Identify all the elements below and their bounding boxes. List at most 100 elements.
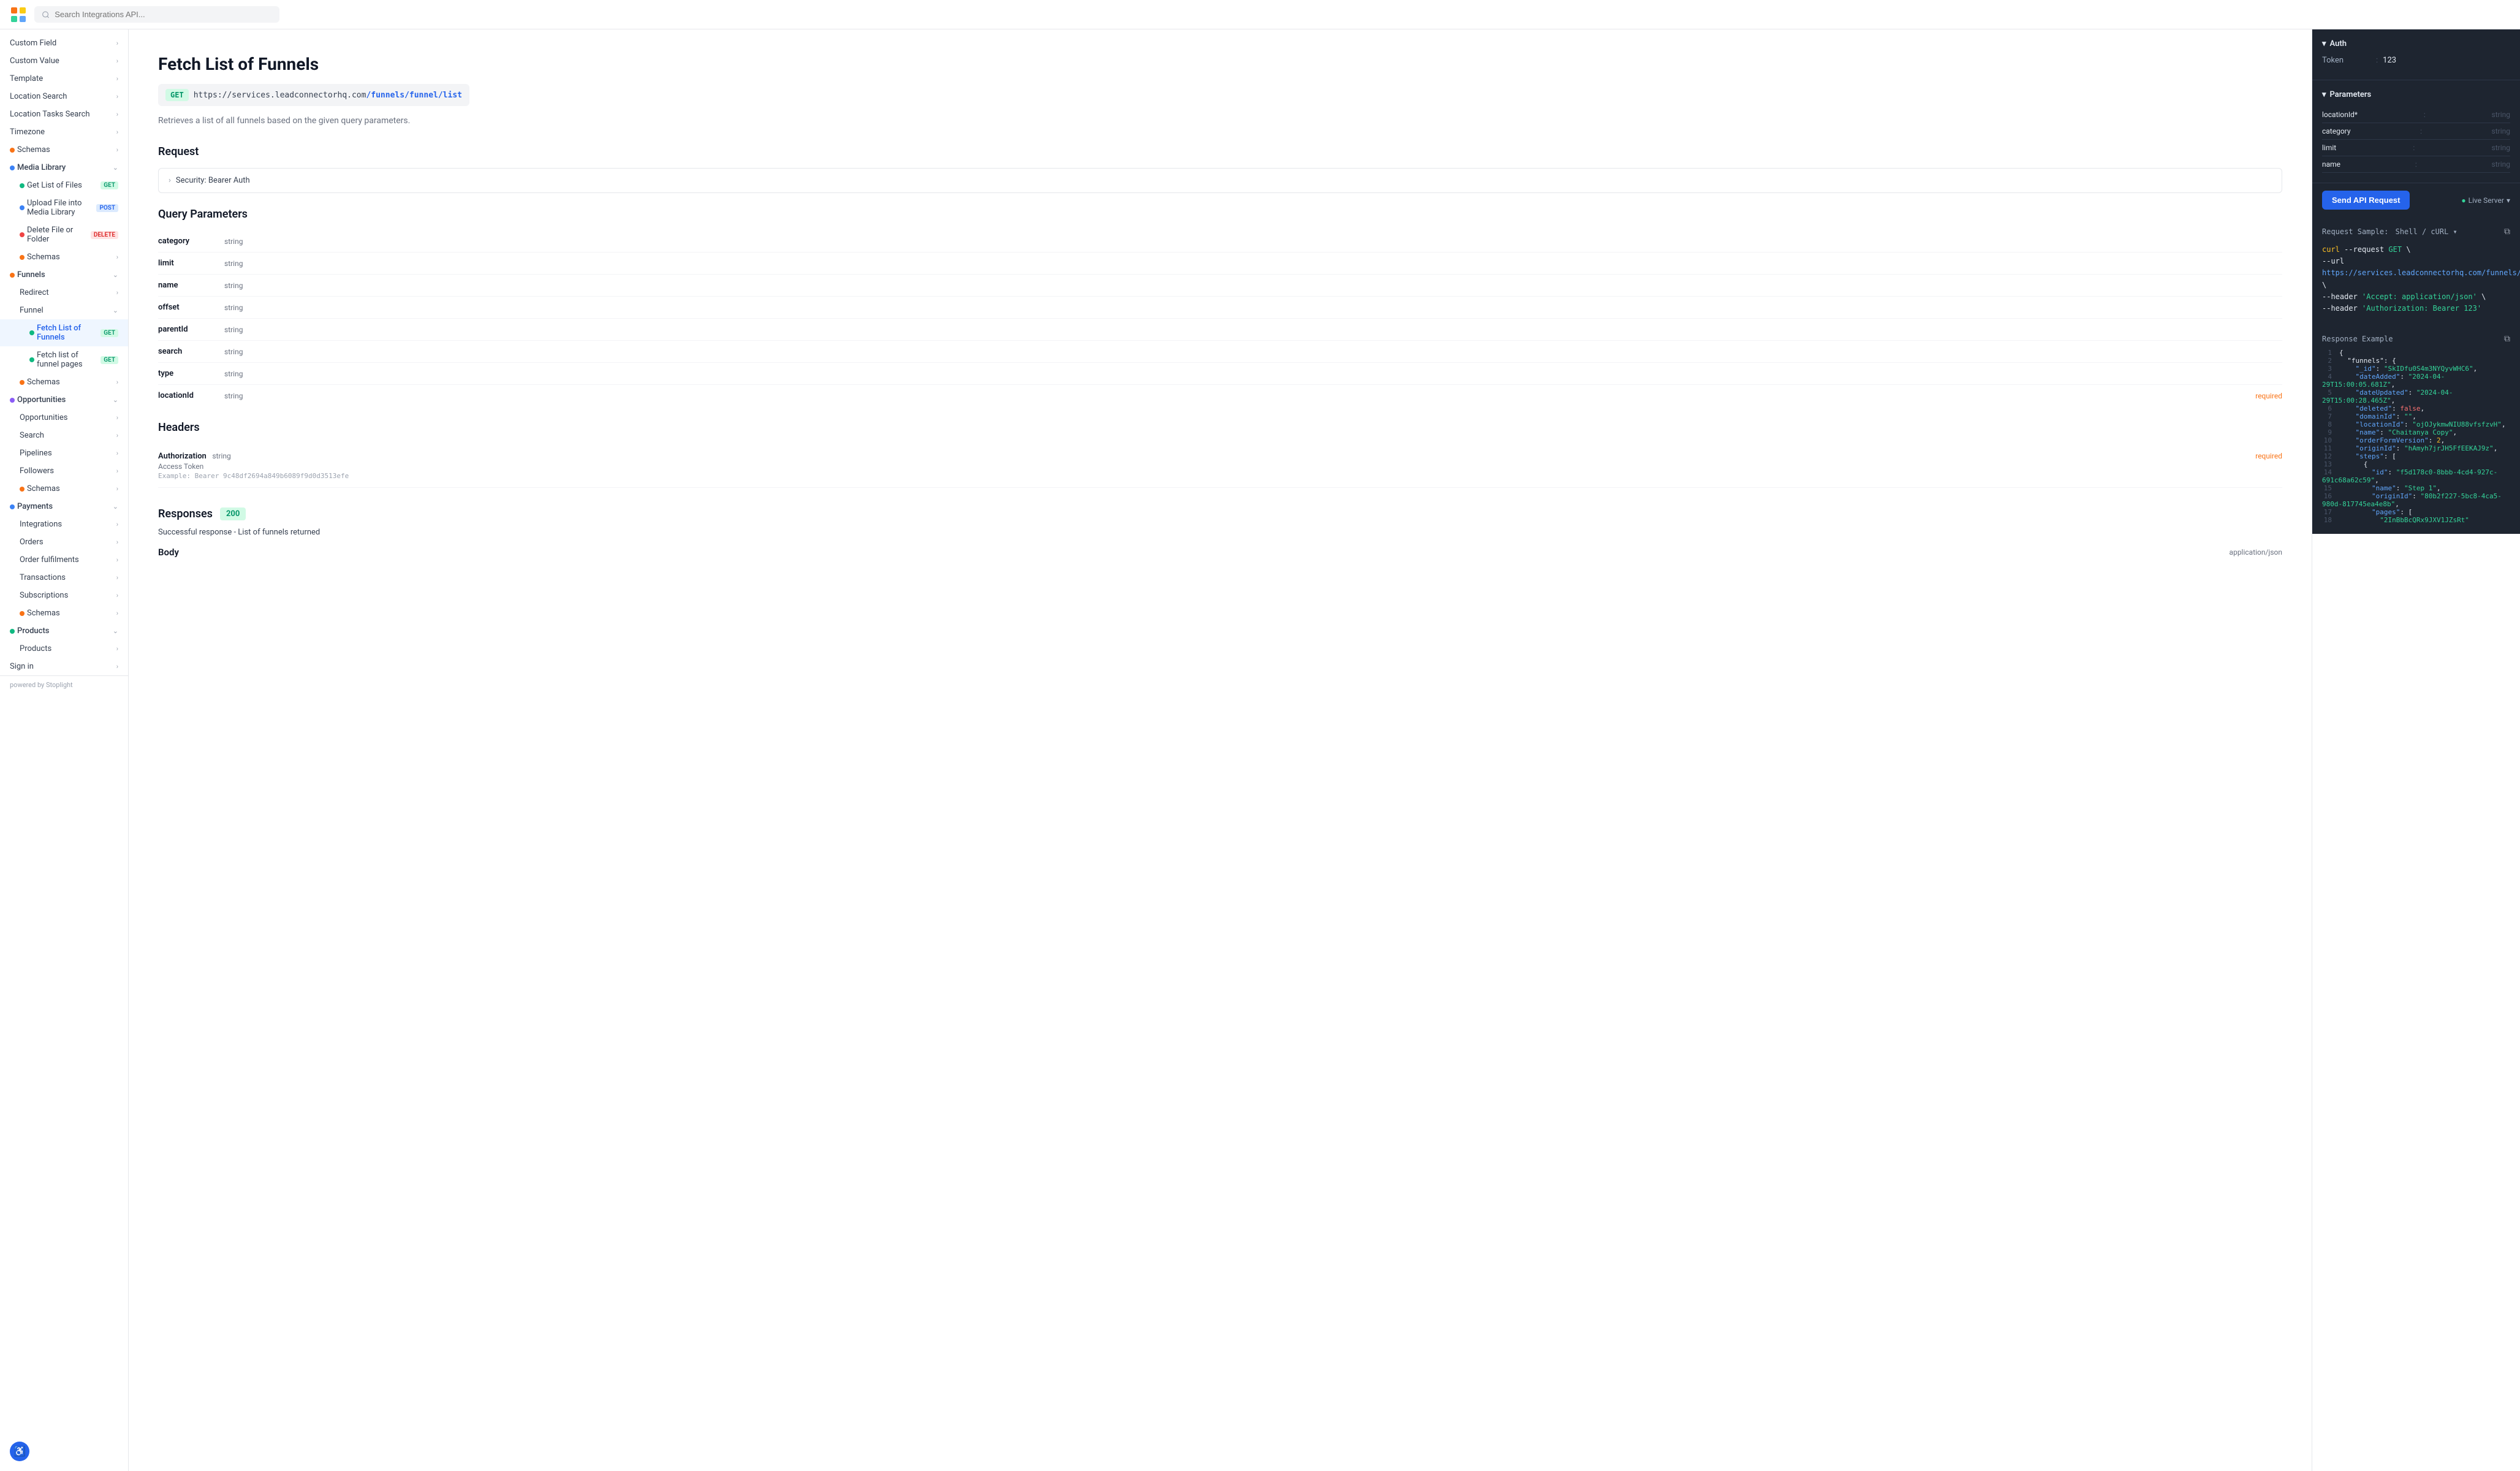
- topbar: [0, 0, 2520, 29]
- sidebar-item-fetch-list-funnels[interactable]: Fetch List of Funnels GET: [0, 319, 128, 346]
- sidebar-item-schemas-5[interactable]: Schemas ›: [0, 604, 128, 622]
- active-icon: [29, 330, 34, 335]
- param-row-name: name string: [158, 275, 2282, 297]
- body-header: Body application/json: [158, 547, 2282, 558]
- chevron-right-icon: ›: [116, 39, 118, 47]
- sidebar-item-delete-file[interactable]: Delete File or Folder DELETE: [0, 221, 128, 248]
- sidebar-item-timezone[interactable]: Timezone ›: [0, 123, 128, 141]
- query-params-title: Query Parameters: [158, 208, 2282, 221]
- request-sample-header: Request Sample: Shell / cURL ▾ ⧉: [2322, 227, 2510, 237]
- search-bar[interactable]: [34, 6, 279, 23]
- server-selector[interactable]: ● Live Server ▾: [2461, 196, 2510, 205]
- param-row-type: type string: [158, 363, 2282, 385]
- sidebar-item-custom-field[interactable]: Custom Field ›: [0, 34, 128, 52]
- code-line-3: --header 'Accept: application/json' \: [2322, 291, 2510, 303]
- sidebar-item-transactions[interactable]: Transactions ›: [0, 569, 128, 587]
- media-icon: [10, 165, 15, 170]
- chevron-down-icon: ▾: [2507, 196, 2510, 205]
- schemas-icon-4: [20, 487, 25, 492]
- copy-icon-2[interactable]: ⧉: [2504, 334, 2510, 344]
- sidebar-item-fetch-funnel-pages[interactable]: Fetch list of funnel pages GET: [0, 346, 128, 373]
- sidebar-item-redirect[interactable]: Redirect ›: [0, 284, 128, 302]
- sidebar-item-funnels[interactable]: Funnels ⌄: [0, 266, 128, 284]
- security-box[interactable]: › Security: Bearer Auth: [158, 168, 2282, 193]
- body-type: application/json: [2230, 548, 2282, 557]
- header-desc: Access Token: [158, 462, 2282, 471]
- sidebar-item-pipelines[interactable]: Pipelines ›: [0, 444, 128, 462]
- sidebar-item-products-sub[interactable]: Products ›: [0, 640, 128, 658]
- schemas-icon-3: [20, 380, 25, 385]
- chevron-right-icon: ›: [116, 449, 118, 457]
- sidebar-item-location-tasks-search[interactable]: Location Tasks Search ›: [0, 105, 128, 123]
- sidebar-item-template[interactable]: Template ›: [0, 70, 128, 88]
- chevron-right-icon: ›: [116, 538, 118, 546]
- chevron-right-icon: ›: [116, 289, 118, 297]
- chevron-right-icon: ›: [116, 663, 118, 671]
- sidebar-item-schemas-3[interactable]: Schemas ›: [0, 373, 128, 391]
- sidebar-item-integrations[interactable]: Integrations ›: [0, 515, 128, 533]
- chevron-right-icon: ›: [116, 556, 118, 564]
- send-api-request-button[interactable]: Send API Request: [2322, 191, 2410, 210]
- code-line-1: curl --request GET \: [2322, 244, 2510, 256]
- security-label: Security: Bearer Auth: [176, 176, 250, 185]
- request-sample-label: Request Sample: Shell / cURL ▾: [2322, 227, 2457, 236]
- sidebar-item-schemas-2[interactable]: Schemas ›: [0, 248, 128, 266]
- chevron-down-icon: ▾: [2322, 39, 2326, 48]
- body-label: Body: [158, 547, 179, 558]
- chevron-right-icon: ›: [169, 176, 171, 185]
- sidebar-item-opportunities[interactable]: Opportunities ⌄: [0, 391, 128, 409]
- chevron-right-icon: ›: [116, 146, 118, 154]
- sidebar-item-media-library[interactable]: Media Library ⌄: [0, 159, 128, 177]
- responses-title: Responses: [158, 507, 213, 520]
- method-badge: GET: [165, 89, 189, 101]
- headers-title: Headers: [158, 421, 2282, 434]
- sidebar-item-order-fulfillments[interactable]: Order fulfilments ›: [0, 551, 128, 569]
- sidebar-item-location-search[interactable]: Location Search ›: [0, 88, 128, 105]
- copy-icon[interactable]: ⧉: [2504, 227, 2510, 237]
- search-input[interactable]: [55, 10, 272, 19]
- search-icon: [42, 10, 50, 19]
- param-row-search: search string: [158, 341, 2282, 363]
- badge-get: GET: [101, 181, 118, 189]
- sidebar-item-followers[interactable]: Followers ›: [0, 462, 128, 480]
- badge-post: POST: [96, 204, 118, 212]
- badge-get-2: GET: [101, 329, 118, 337]
- powered-by: powered by Stoplight: [0, 675, 128, 694]
- response-example-header: Response Example ⧉: [2322, 334, 2510, 344]
- sidebar-item-search[interactable]: Search ›: [0, 427, 128, 444]
- chevron-down-icon: ▾: [2322, 90, 2326, 99]
- auth-section: ▾ Auth Token : 123: [2312, 29, 2520, 80]
- response-example-section: Response Example ⧉ 1{ 2 "funnels": { 3 "…: [2312, 324, 2520, 534]
- funnel-pages-icon: [29, 357, 34, 362]
- chevron-right-icon: ›: [116, 574, 118, 582]
- chevron-right-icon: ›: [116, 93, 118, 101]
- chevron-right-icon: ›: [116, 609, 118, 617]
- sidebar-item-schemas-4[interactable]: Schemas ›: [0, 480, 128, 498]
- response-section: Responses 200 Successful response - List…: [158, 507, 2282, 558]
- sidebar-item-payments[interactable]: Payments ⌄: [0, 498, 128, 515]
- chevron-right-icon: ›: [116, 467, 118, 475]
- rp-param-category: category : string: [2322, 123, 2510, 140]
- sidebar-item-funnel[interactable]: Funnel ⌄: [0, 302, 128, 319]
- accessibility-button[interactable]: ♿: [10, 1442, 29, 1461]
- response-desc: Successful response - List of funnels re…: [158, 528, 2282, 537]
- chevron-down-icon: ⌄: [113, 396, 118, 404]
- chevron-right-icon: ›: [116, 57, 118, 65]
- chevron-right-icon: ›: [116, 128, 118, 136]
- chevron-right-icon: ›: [116, 378, 118, 386]
- sidebar-item-get-list-of-files[interactable]: Get List of Files GET: [0, 177, 128, 194]
- sidebar-item-upload-file[interactable]: Upload File into Media Library POST: [0, 194, 128, 221]
- sidebar-item-sign-in[interactable]: Sign in ›: [0, 658, 128, 675]
- main-content: Fetch List of Funnels GET https://servic…: [129, 29, 2312, 1471]
- sidebar-item-opportunities-sub[interactable]: Opportunities ›: [0, 409, 128, 427]
- token-label: Token: [2322, 56, 2371, 65]
- sidebar-item-products[interactable]: Products ⌄: [0, 622, 128, 640]
- sidebar-item-custom-value[interactable]: Custom Value ›: [0, 52, 128, 70]
- sidebar-item-orders[interactable]: Orders ›: [0, 533, 128, 551]
- layout: Custom Field › Custom Value › Template ›…: [0, 29, 2520, 1471]
- sidebar-item-subscriptions[interactable]: Subscriptions ›: [0, 587, 128, 604]
- params-section-title: ▾ Parameters: [2322, 90, 2510, 99]
- params-section: ▾ Parameters locationId* : string catego…: [2312, 80, 2520, 183]
- sidebar-item-schemas-1[interactable]: Schemas ›: [0, 141, 128, 159]
- badge-get-3: GET: [101, 356, 118, 364]
